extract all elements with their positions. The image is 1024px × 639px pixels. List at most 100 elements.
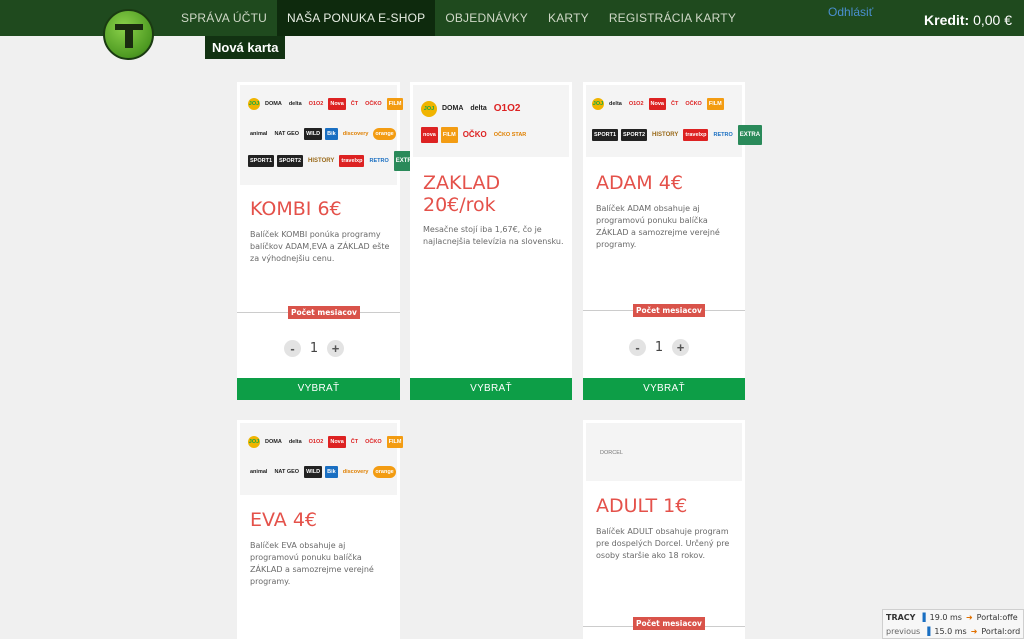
channel-logo: orange (373, 128, 396, 140)
logo-row: DORCEL (598, 447, 625, 459)
nav-item-orders[interactable]: OBJEDNÁVKY (435, 0, 538, 36)
package-description: Balíček ADULT obsahuje program pre dospe… (596, 527, 730, 560)
credit-label: Kredit: (924, 12, 970, 28)
channel-logo: FILM (386, 98, 404, 110)
channel-logo: DOMA (265, 439, 282, 445)
channel-logo: SPORT2 (621, 129, 648, 141)
nav-item-card-registration[interactable]: REGISTRÁCIA KARTY (599, 0, 746, 36)
chart-icon: ▐ (924, 626, 931, 636)
channel-logo: ČT (350, 101, 359, 107)
channel-logo: O1O2 (493, 103, 521, 114)
logo-row: SPORT1 SPORT2 HISTORY travelxp RETRO EXT… (248, 151, 419, 171)
channel-logo: delta (470, 105, 487, 112)
package-description: Balíček ADAM obsahuje aj programovú ponu… (596, 204, 720, 249)
channel-logo: RETRO (713, 132, 733, 138)
channel-logo: OČKO (685, 101, 702, 107)
package-description: Mesačne stojí iba 1,67€, čo je najlacnej… (423, 225, 564, 246)
package-title: ADULT 1€ (596, 495, 688, 517)
package-title: KOMBI 6€ (250, 198, 342, 220)
channel-logo: FILM (386, 436, 404, 448)
package-card-eva: JOJ DOMA delta O1O2 Nova ČT OČKO FILM an… (237, 420, 404, 639)
channel-logo: FILM (440, 127, 458, 143)
channel-logo: OČKO STAR (493, 132, 527, 138)
months-badge: Počet mesiacov (633, 617, 705, 630)
channel-logos-image: DORCEL (586, 423, 742, 481)
channel-logo: DOMA (265, 101, 282, 107)
increment-button[interactable]: + (327, 340, 344, 357)
logo-row: JOJ DOMA delta O1O2 Nova ČT OČKO FILM (248, 436, 404, 448)
increment-button[interactable]: + (672, 339, 689, 356)
package-card-adam: JOJ delta O1O2 Nova ČT OČKO FILM SPORT1 … (583, 82, 763, 400)
channel-logo: EXTRA (737, 125, 763, 145)
decrement-button[interactable]: - (629, 339, 646, 356)
channel-logo: WILD (304, 128, 323, 140)
channel-logo: O1O2 (308, 439, 324, 445)
quantity-value: 1 (309, 341, 319, 356)
brand-logo[interactable] (103, 9, 154, 60)
logo-row: nova FILM OČKO OČKO STAR (421, 127, 528, 143)
logo-row: animal NAT GEO WILD Bik discovery orange (248, 128, 396, 140)
channel-logo: OČKO (365, 101, 382, 107)
channel-logo: ČT (670, 101, 679, 107)
channel-logos-image: JOJ DOMA delta O1O2 Nova ČT OČKO FILM an… (240, 85, 419, 185)
tracy-debug-bar: TRACY ▐ 19.0 ms ➜ Portal:offe previous ▐… (882, 609, 1024, 639)
channel-logo: SPORT1 (248, 155, 275, 167)
tracy-previous-label[interactable]: previous (886, 627, 920, 636)
select-button[interactable]: VYBRAŤ (583, 378, 745, 400)
select-button[interactable]: VYBRAŤ (237, 378, 400, 400)
arrow-icon: ➜ (970, 626, 978, 636)
channel-logo: JOJ (248, 98, 260, 110)
channel-logo: DORCEL (600, 450, 623, 456)
tracy-row: TRACY ▐ 19.0 ms ➜ Portal:offe (883, 610, 1023, 624)
channel-logo: discovery (342, 469, 369, 475)
decrement-button[interactable]: - (284, 340, 301, 357)
package-card-adult: DORCEL ADULT 1€ Balíček ADULT obsahuje p… (583, 420, 745, 639)
arrow-icon: ➜ (965, 612, 973, 622)
channel-logo: NAT GEO (274, 469, 300, 475)
package-title: ZAKLAD 20€/rok (423, 172, 501, 216)
subtab-new-card[interactable]: Nová karta (205, 36, 286, 59)
channel-logo: WILD (304, 466, 323, 478)
channel-logo: travelxp (683, 129, 709, 141)
channel-logo: delta (288, 101, 302, 107)
channel-logo: Bik (325, 128, 338, 140)
tracy-time[interactable]: 19.0 ms (930, 613, 962, 622)
quantity-value: 1 (654, 340, 664, 355)
channel-logo: O1O2 (308, 101, 324, 107)
nav-item-eshop[interactable]: NAŠA PONUKA E-SHOP (277, 0, 436, 36)
tracy-link[interactable]: Portal:offe (977, 613, 1018, 622)
credit-value: 0,00 € (973, 12, 1012, 28)
channel-logo: JOJ (592, 98, 604, 110)
channel-logo: Nova (328, 98, 346, 110)
nav-item-cards[interactable]: KARTY (538, 0, 599, 36)
channel-logo: JOJ (248, 436, 260, 448)
channel-logo: orange (373, 466, 396, 478)
tracy-time[interactable]: 15.0 ms (934, 627, 966, 636)
channel-logos-image: JOJ DOMA delta O1O2 nova FILM OČKO OČKO … (413, 85, 569, 157)
logo-row: animal NAT GEO WILD Bik discovery orange (248, 466, 396, 478)
channel-logo: RETRO (369, 158, 389, 164)
channel-logo: SPORT1 (592, 129, 619, 141)
select-button[interactable]: VYBRAŤ (410, 378, 572, 400)
credit-display: Kredit: 0,00 € (924, 12, 1012, 28)
channel-logo: DOMA (442, 105, 464, 112)
channel-logo: FILM (706, 98, 724, 110)
tracy-row: previous ▐ 15.0 ms ➜ Portal:ord (883, 624, 1023, 638)
channel-logo: Nova (328, 436, 346, 448)
logo-row: JOJ delta O1O2 Nova ČT OČKO FILM (592, 98, 724, 110)
tracy-link[interactable]: Portal:ord (981, 627, 1020, 636)
logout-link[interactable]: Odhlásiť (828, 5, 873, 19)
nav-item-account[interactable]: SPRÁVA ÚČTU (171, 0, 277, 36)
channel-logo: JOJ (421, 101, 437, 117)
tracy-label[interactable]: TRACY (886, 613, 915, 622)
channel-logo: NAT GEO (274, 131, 300, 137)
months-badge: Počet mesiacov (633, 304, 705, 317)
package-description: Balíček EVA obsahuje aj programovú ponuk… (250, 541, 374, 586)
channel-logo: travelxp (339, 155, 365, 167)
logo-row: JOJ DOMA delta O1O2 Nova ČT OČKO FILM (248, 98, 404, 110)
package-title: ADAM 4€ (596, 172, 683, 194)
package-card-kombi: JOJ DOMA delta O1O2 Nova ČT OČKO FILM an… (237, 82, 419, 400)
channel-logo: delta (288, 439, 302, 445)
logo-row: JOJ DOMA delta O1O2 (421, 101, 522, 117)
chart-icon: ▐ (919, 612, 926, 622)
